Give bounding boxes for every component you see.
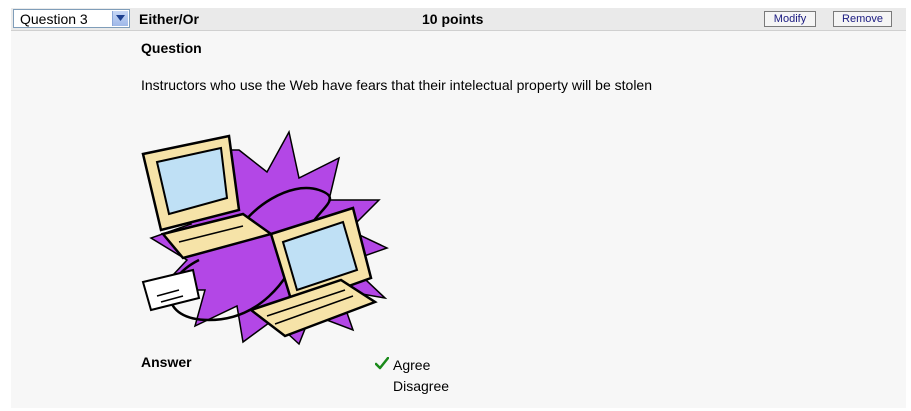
question-points: 10 points — [422, 11, 484, 27]
remove-button[interactable]: Remove — [833, 11, 892, 27]
check-icon — [375, 357, 389, 370]
answer-heading: Answer — [141, 354, 192, 370]
question-heading: Question — [141, 40, 202, 56]
answer-option-disagree: Disagree — [393, 378, 450, 394]
modify-button[interactable]: Modify — [764, 11, 816, 27]
answer-option-agree: Agree — [393, 357, 431, 373]
chevron-down-icon[interactable] — [112, 11, 128, 26]
networked-computers-clipart-icon — [141, 130, 389, 346]
question-number-select[interactable]: Question 3 — [13, 9, 130, 28]
question-number-value: Question 3 — [20, 11, 88, 27]
question-text: Instructors who use the Web have fears t… — [141, 77, 653, 93]
question-type: Either/Or — [139, 11, 199, 27]
